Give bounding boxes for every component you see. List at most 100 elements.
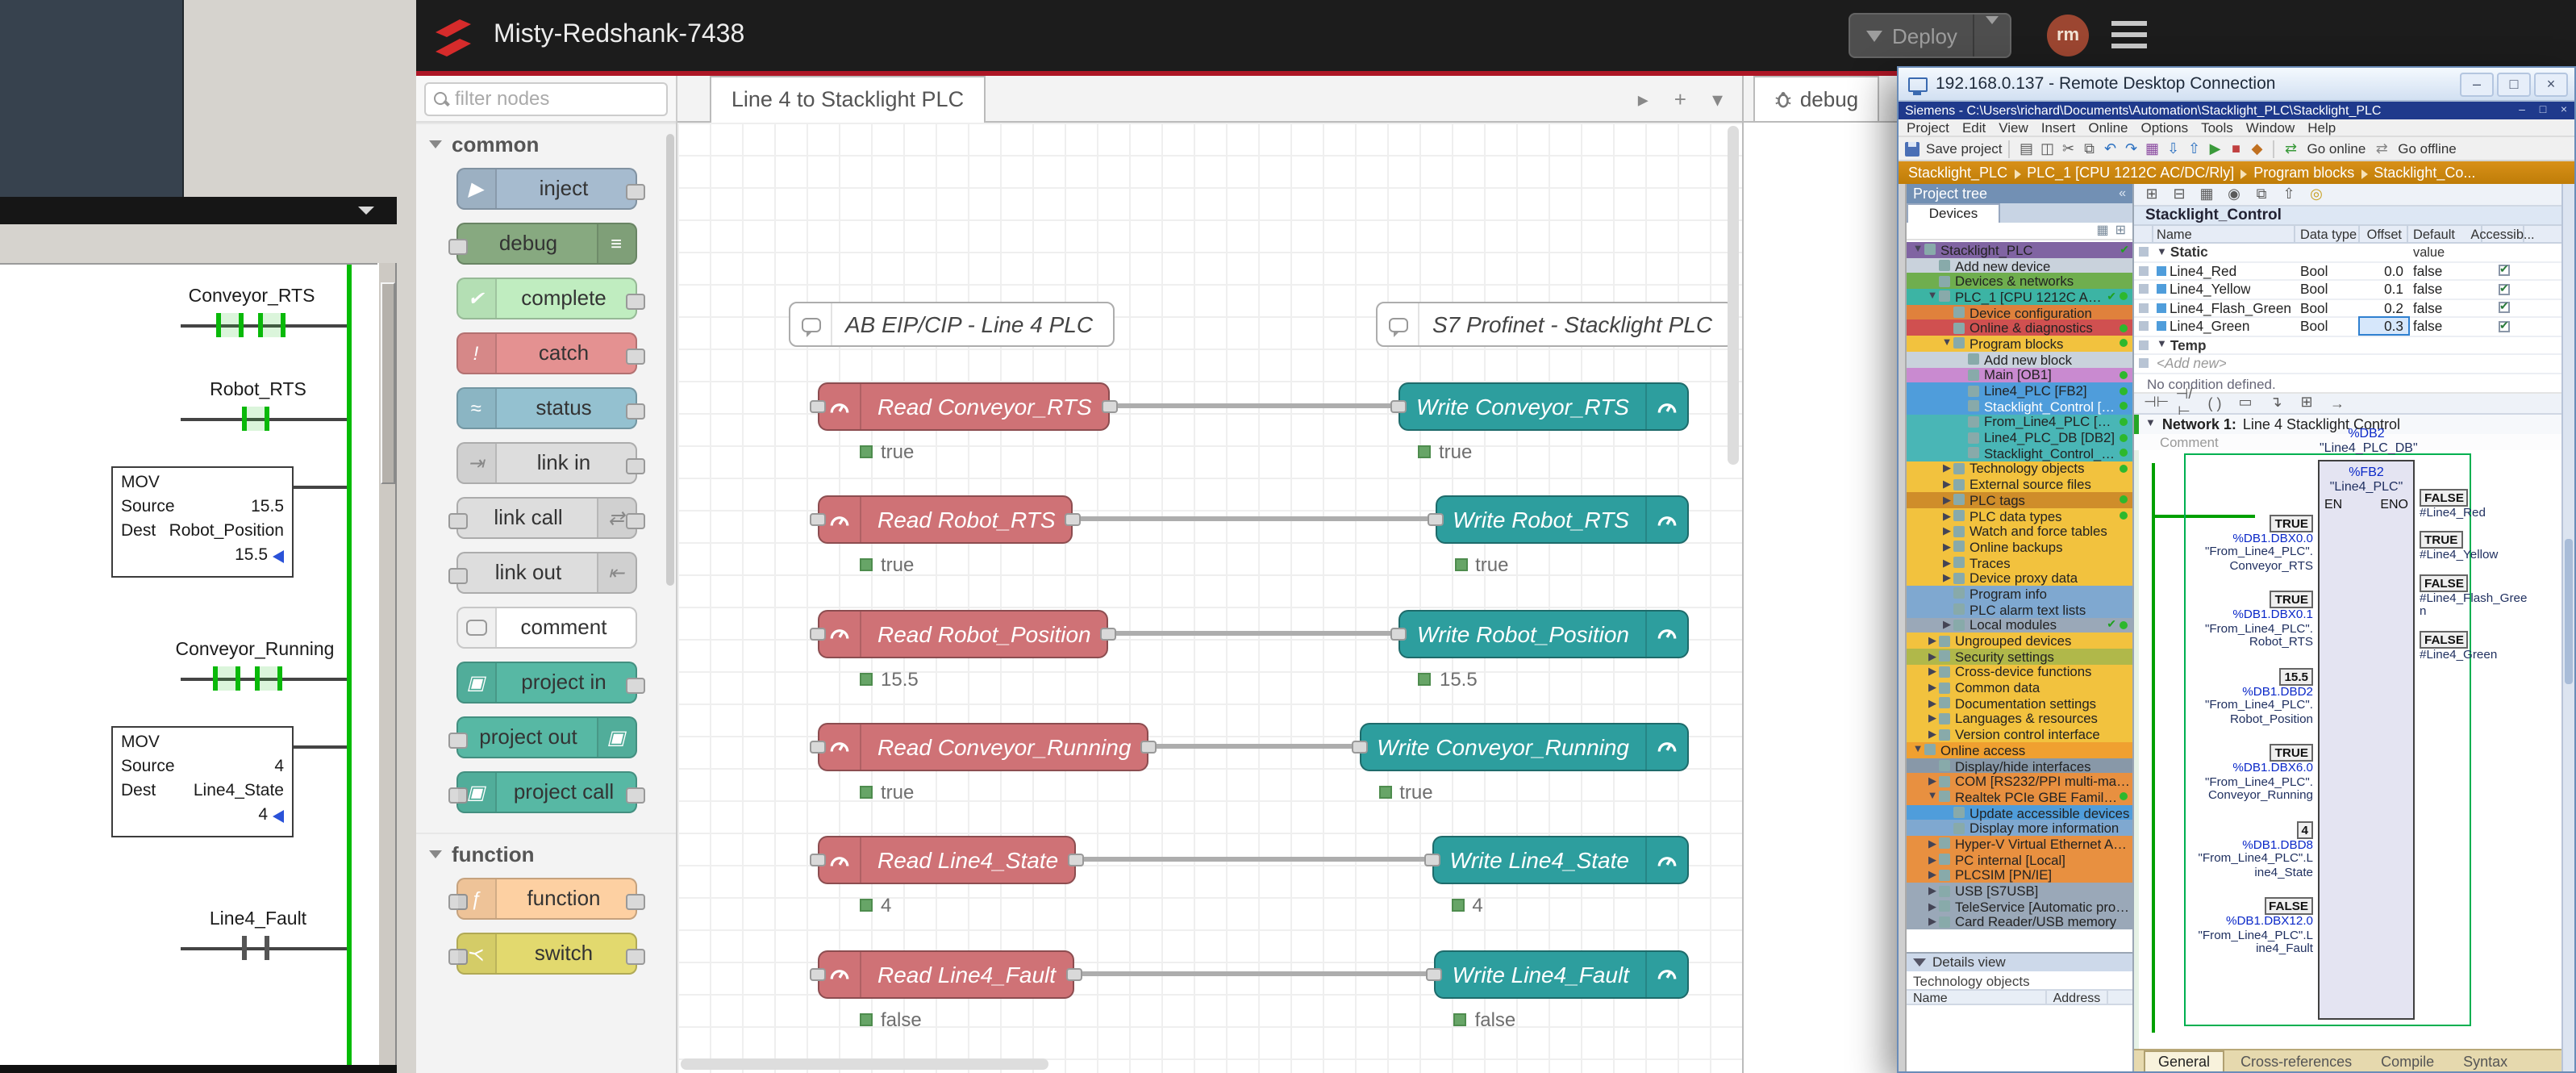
open-branch-icon[interactable]: ⊣⊢ (2144, 394, 2163, 411)
cut-icon[interactable]: ✂ (2059, 140, 2078, 157)
write-node[interactable]: Write Conveyor_RTS (1398, 382, 1689, 431)
tree-item[interactable]: ▶ Traces ✔ (1907, 555, 2132, 570)
undo-icon[interactable]: ↶ (2101, 140, 2120, 157)
expand-icon[interactable]: ▶ (1926, 697, 1939, 710)
snapshot-icon[interactable]: ◉ (2224, 186, 2244, 203)
expand-icon[interactable]: ▶ (1940, 556, 1953, 569)
wire[interactable] (1109, 630, 1399, 635)
menu-item[interactable]: Insert (2041, 119, 2076, 136)
close-button[interactable]: × (2553, 102, 2574, 119)
expand-icon[interactable]: ▶ (1940, 572, 1953, 585)
insert-network-icon[interactable]: ⊞ (2297, 394, 2316, 411)
output-port[interactable] (1140, 741, 1157, 754)
tree-item[interactable]: ▶ Security settings ✔ (1907, 649, 2132, 664)
expand-icon[interactable]: ▶ (1926, 884, 1939, 897)
column-header[interactable]: Name (2153, 226, 2295, 242)
tree-item[interactable]: ▶ PC internal [Local] ✔ (1907, 852, 2132, 867)
input-port[interactable] (810, 967, 826, 980)
palette-node[interactable]: ▣ project call (456, 771, 636, 813)
panel-handle[interactable] (1899, 184, 1907, 1071)
tree-item[interactable]: Main [OB1] ✔ (1907, 367, 2132, 382)
wire[interactable] (1073, 971, 1435, 975)
scrollbar-thumb[interactable] (381, 282, 395, 484)
contact-icon[interactable] (242, 936, 269, 960)
output-operand[interactable]: TRUE #Line4_Yellow (2420, 531, 2532, 562)
minimize-button[interactable]: – (2511, 102, 2532, 119)
section-arrow-icon[interactable]: ▼ (2157, 340, 2167, 351)
read-node[interactable]: Read Line4_State (818, 836, 1076, 884)
deploy-button[interactable]: Deploy (1849, 13, 2012, 58)
input-port[interactable] (1391, 627, 1407, 640)
copy-icon[interactable]: ⧉ (2080, 140, 2099, 157)
contact-icon[interactable] (242, 407, 269, 431)
menu-item[interactable]: Options (2141, 119, 2189, 136)
tree-item[interactable]: ▶ Device proxy data ✔ (1907, 570, 2132, 586)
expand-icon[interactable]: ⊞ (2115, 223, 2126, 239)
download-icon[interactable]: ⇩ (2164, 140, 2183, 157)
wire[interactable] (1076, 857, 1432, 862)
split-icon[interactable]: ◆ (2248, 140, 2267, 157)
expand-icon[interactable]: ▼ (1911, 244, 1924, 256)
keyboard-nav-icon[interactable]: ▸ (1638, 86, 1649, 112)
close-button[interactable]: × (2534, 72, 2568, 96)
contact-icon[interactable] (213, 666, 240, 691)
load-values-icon[interactable]: ⇧ (2279, 186, 2299, 203)
copy-snapshot-icon[interactable]: ⧉ (2252, 186, 2271, 203)
lad-network-view[interactable]: TRUE %DB1.DBX0.0 "From_Line4_PLC".Convey… (2134, 449, 2574, 1049)
scrollbar-thumb[interactable] (2565, 539, 2573, 684)
wire[interactable] (1073, 517, 1436, 522)
tree-item[interactable]: Line4_PLC_DB [DB2] ✔ (1907, 430, 2132, 445)
expand-icon[interactable]: ▶ (1926, 681, 1939, 694)
add-flow-button[interactable]: + (1674, 87, 1686, 111)
tree-item[interactable]: Device configuration ✔ (1907, 305, 2132, 320)
tree-item[interactable]: Program info ✔ (1907, 586, 2132, 601)
tree-item[interactable]: ▼ Realtek PCIe GBE Family Con... ✔ (1907, 789, 2132, 804)
ladder-scrollbar[interactable] (377, 263, 397, 1065)
read-node[interactable]: Read Robot_RTS (818, 496, 1073, 545)
tree-item[interactable]: ▶ COM [RS232/PPI multi-master c... ✔ (1907, 774, 2132, 789)
write-node[interactable]: Write Robot_Position (1399, 609, 1689, 658)
branch-icon[interactable]: ↴ (2266, 394, 2286, 411)
output-port[interactable] (1065, 967, 1082, 980)
menu-item[interactable]: Window (2246, 119, 2295, 136)
save-project-button[interactable]: Save project (1926, 140, 2003, 157)
output-operand[interactable]: FALSE #Line4_Flash_Green (2420, 574, 2532, 619)
input-port[interactable] (810, 854, 826, 866)
start-cpu-icon[interactable]: ▶ (2206, 140, 2225, 157)
compile-icon[interactable]: ▦ (2143, 140, 2162, 157)
input-port[interactable] (810, 741, 826, 754)
input-port[interactable] (1427, 967, 1443, 980)
input-port[interactable] (810, 627, 826, 640)
input-port[interactable] (1427, 514, 1443, 527)
contact-icon[interactable] (216, 313, 244, 337)
tree-item[interactable]: Display more information ✔ (1907, 820, 2132, 836)
input-operand[interactable]: 4 %DB1.DBD8 "From_Line4_PLC".Line4_State (2197, 820, 2313, 879)
menu-item[interactable]: View (1999, 119, 2028, 136)
contact-icon[interactable] (255, 666, 282, 691)
view-icon[interactable]: ▦ (2096, 223, 2108, 239)
tree-item[interactable]: ▶ Common data ✔ (1907, 680, 2132, 695)
tree-item[interactable]: ▶ Version control interface ✔ (1907, 727, 2132, 742)
tag-row[interactable]: Line4_Flash_Green Bool 0.2 false (2134, 299, 2574, 318)
expand-icon[interactable]: ▶ (1940, 494, 1953, 507)
tree-item[interactable]: Add new device ✔ (1907, 257, 2132, 273)
breadcrumb-item[interactable]: Program blocks (2253, 165, 2367, 181)
expand-icon[interactable]: ▶ (1926, 666, 1939, 678)
jump-icon[interactable]: → (2328, 395, 2347, 411)
input-port[interactable] (810, 400, 826, 413)
expand-icon[interactable]: ▼ (1940, 338, 1953, 349)
tree-item[interactable]: ▶ TeleService [Automatic protoco... ✔ (1907, 899, 2132, 914)
menu-item[interactable]: Project (1907, 119, 1949, 136)
write-node[interactable]: Write Conveyor_Running (1359, 723, 1689, 771)
tree-item[interactable]: ▶ PLC data types ✔ (1907, 507, 2132, 523)
monitor-icon[interactable]: ◎ (2307, 186, 2326, 203)
output-operand[interactable]: FALSE #Line4_Red (2420, 488, 2532, 520)
ladder-canvas[interactable]: Conveyor_RTS Robot_RTS MOV Source15.5 De… (0, 263, 377, 1065)
palette-node[interactable]: ⇤ link out (456, 552, 636, 594)
tree-item[interactable]: ▼ Program blocks ✔ (1907, 336, 2132, 351)
write-node[interactable]: Write Line4_Fault (1435, 950, 1689, 998)
tree-item[interactable]: ▼ Stacklight_PLC ✔ (1907, 242, 2132, 257)
output-port[interactable] (1102, 400, 1118, 413)
tree-item[interactable]: Stacklight_Control [FB1] ✔ (1907, 399, 2132, 414)
tag-row[interactable]: Line4_Red Bool 0.0 false (2134, 262, 2574, 281)
